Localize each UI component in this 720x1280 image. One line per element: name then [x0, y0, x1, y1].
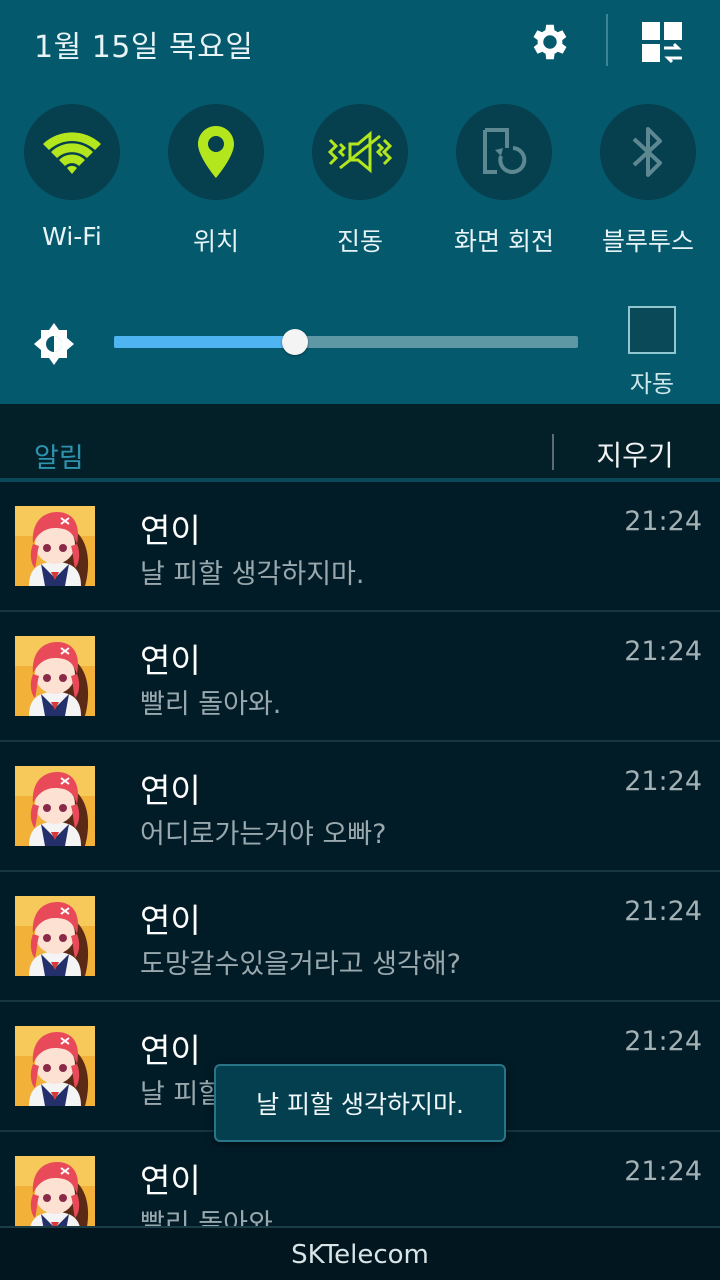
avatar — [15, 636, 95, 716]
notification-time: 21:24 — [624, 1156, 702, 1187]
rotate-icon — [483, 128, 527, 174]
toggle-vibrate[interactable]: 진동 — [312, 104, 408, 256]
notification-message: 빨리 돌아와. — [140, 689, 282, 720]
toggle-wifi[interactable]: Wi-Fi — [24, 104, 120, 251]
notification-time: 21:24 — [624, 766, 702, 797]
notification-time: 21:24 — [624, 636, 702, 667]
notification-sender: 연이 — [140, 511, 201, 550]
notification-message: 빨리 돌아와. — [140, 1209, 282, 1226]
notification-sender: 연이 — [140, 641, 201, 680]
toggle-bluetooth-label: 블루투스 — [601, 227, 694, 256]
avatar — [15, 1156, 95, 1226]
toggle-bluetooth-circle — [600, 104, 696, 200]
avatar — [15, 896, 95, 976]
auto-brightness-label: 자동 — [629, 370, 675, 398]
notifications-header: 알림 지우기 — [0, 404, 720, 482]
location-icon — [198, 126, 234, 178]
notification-sender: 연이 — [140, 771, 201, 810]
edit-toggles-button[interactable] — [634, 14, 690, 70]
toggle-bluetooth[interactable]: 블루투스 — [600, 104, 696, 256]
toggle-location-circle — [168, 104, 264, 200]
grid-edit-icon — [642, 22, 682, 64]
vibrate-icon — [328, 130, 392, 174]
notification-time: 21:24 — [624, 896, 702, 927]
gear-icon — [533, 24, 567, 60]
notifications-title: 알림 — [34, 443, 84, 474]
date-text: 1월 15일 목요일 — [34, 30, 254, 65]
toggle-wifi-circle — [24, 104, 120, 200]
toggle-wifi-label: Wi-Fi — [42, 222, 102, 251]
toggle-location[interactable]: 위치 — [168, 104, 264, 256]
notification-item[interactable]: 연이 21:24 빨리 돌아와. — [0, 612, 720, 742]
notification-item[interactable]: 연이 21:24 어디로가는거야 오빠? — [0, 742, 720, 872]
notification-item[interactable]: 연이 21:24 빨리 돌아와. — [0, 1132, 720, 1226]
clear-button[interactable]: 지우기 — [560, 434, 710, 474]
header-divider — [606, 14, 608, 66]
clear-divider — [552, 434, 554, 470]
brightness-icon — [30, 320, 78, 368]
toggle-location-label: 위치 — [192, 227, 239, 256]
notification-sender: 연이 — [140, 1031, 201, 1070]
wifi-icon — [43, 132, 101, 174]
settings-button[interactable] — [522, 14, 578, 70]
carrier-label: SKTelecom — [0, 1226, 720, 1280]
notification-message: 도망갈수있을거라고 생각해? — [140, 949, 461, 980]
toggle-vibrate-label: 진동 — [336, 227, 383, 256]
notification-item[interactable]: 연이 21:24 날 피할 생각하지마. — [0, 482, 720, 612]
brightness-slider[interactable] — [114, 329, 578, 355]
auto-brightness-checkbox[interactable] — [628, 306, 676, 354]
toggle-rotate[interactable]: 화면 회전 — [454, 104, 554, 256]
quick-panel: 1월 15일 목요일 Wi-Fi 위치 진동 화면 회전 블루투스 자동 — [0, 0, 720, 404]
toggle-vibrate-circle — [312, 104, 408, 200]
notification-time: 21:24 — [624, 506, 702, 537]
notification-message: 날 피할 생각하지마. — [140, 559, 365, 590]
notification-time: 21:24 — [624, 1026, 702, 1057]
notification-message: 어디로가는거야 오빠? — [140, 819, 387, 850]
notification-sender: 연이 — [140, 1161, 201, 1200]
avatar — [15, 506, 95, 586]
notification-sender: 연이 — [140, 901, 201, 940]
bluetooth-icon — [632, 127, 662, 177]
avatar — [15, 766, 95, 846]
avatar — [15, 1026, 95, 1106]
toast-message: 날 피할 생각하지마. — [214, 1064, 506, 1142]
notification-item[interactable]: 연이 21:24 도망갈수있을거라고 생각해? — [0, 872, 720, 1002]
brightness-slider-fill — [114, 336, 295, 348]
toggle-rotate-label: 화면 회전 — [454, 227, 554, 256]
toggle-rotate-circle — [456, 104, 552, 200]
brightness-slider-thumb[interactable] — [281, 329, 308, 355]
